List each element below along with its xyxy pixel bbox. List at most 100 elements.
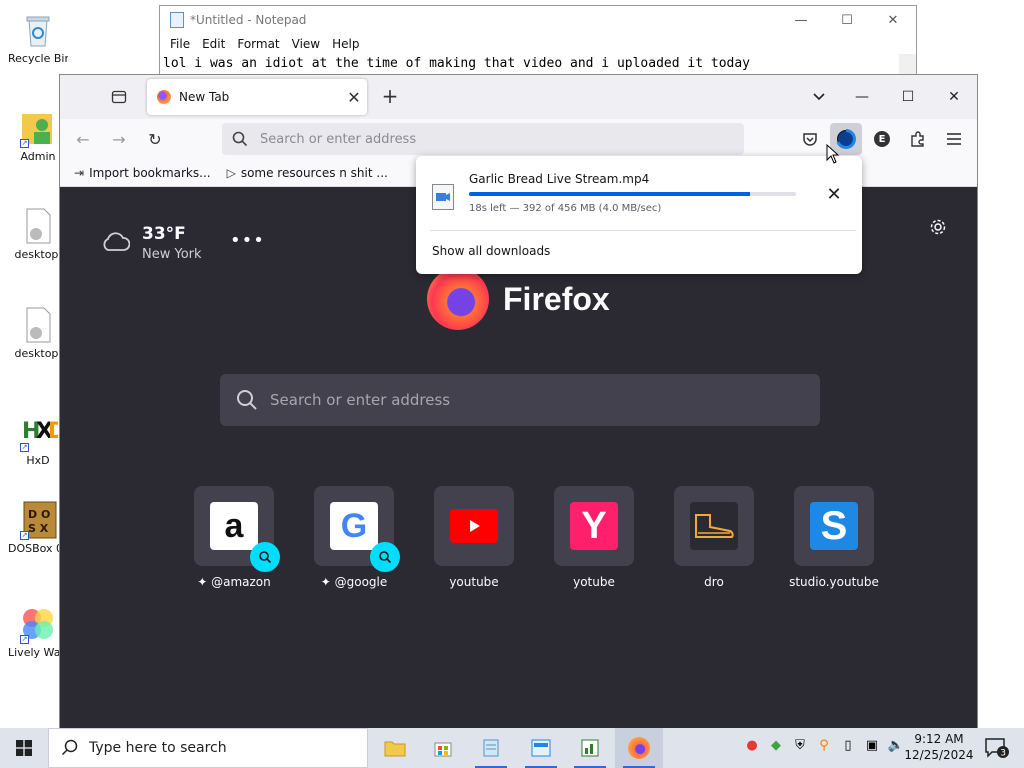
hxd-icon: HXD ↗ xyxy=(18,412,66,452)
taskbar-search-input[interactable]: Type here to search xyxy=(48,728,368,768)
top-site-amazon[interactable]: a ✦ @amazon xyxy=(174,486,294,589)
svg-text:S X: S X xyxy=(28,522,49,535)
notification-center-icon[interactable]: 3 xyxy=(984,736,1010,760)
search-badge-icon xyxy=(250,542,280,572)
top-site-label: ✦ @amazon xyxy=(197,575,271,589)
firefox-logo-icon xyxy=(628,737,650,759)
colorful-app-tray-icon[interactable]: ● xyxy=(740,738,764,753)
pocket-icon[interactable] xyxy=(794,123,826,155)
top-site-yotube[interactable]: Y yotube xyxy=(534,486,654,589)
menu-view[interactable]: View xyxy=(286,37,326,51)
desktop-icon-label: Recycle Bin xyxy=(8,52,68,65)
top-sites: a ✦ @amazon G ✦ @google youtube Y yotube… xyxy=(174,486,894,589)
system-clock[interactable]: 9:12 AM 12/25/2024 xyxy=(904,731,974,763)
studio-icon: S xyxy=(810,502,858,550)
close-icon[interactable]: ✕ xyxy=(870,6,916,34)
close-icon[interactable]: ✕ xyxy=(931,75,977,119)
menu-format[interactable]: Format xyxy=(231,37,285,51)
search-icon xyxy=(232,131,248,147)
weather-widget[interactable]: 33°F New York xyxy=(100,224,202,262)
gear-icon[interactable] xyxy=(929,218,947,239)
minimize-icon[interactable]: — xyxy=(778,6,824,34)
firefox-taskbar-icon[interactable] xyxy=(615,728,663,768)
menu-help[interactable]: Help xyxy=(326,37,365,51)
new-tab-plus-icon[interactable]: + xyxy=(378,85,402,109)
account-avatar[interactable]: E xyxy=(866,123,898,155)
bookmark-import[interactable]: ⇥ Import bookmarks... xyxy=(74,166,211,180)
notepad-taskbar-icon[interactable] xyxy=(467,728,515,768)
bookmark-label: some resources n shit ... xyxy=(240,165,388,180)
minimize-icon[interactable]: — xyxy=(839,75,885,119)
windows-start-icon[interactable] xyxy=(0,728,48,768)
bookmark-label: Import bookmarks... xyxy=(89,165,211,180)
cancel-download-close-icon[interactable]: ✕ xyxy=(820,180,848,208)
download-status: 18s left — 392 of 456 MB (4.0 MB/sec) xyxy=(469,203,662,214)
shortcut-arrow-icon: ↗ xyxy=(20,531,29,540)
security-shield-icon[interactable]: ⛨ xyxy=(788,738,812,753)
microsoft-store-icon[interactable] xyxy=(419,728,467,768)
search-tool-tray-icon[interactable]: ⚲ xyxy=(812,738,836,753)
search-icon xyxy=(61,739,78,756)
desktop-icon-recycle-bin[interactable]: Recycle Bin xyxy=(8,10,68,65)
battery-icon[interactable]: ▯ xyxy=(836,738,860,753)
clock-date: 12/25/2024 xyxy=(904,748,974,762)
tab-close-icon[interactable]: ✕ xyxy=(341,88,367,107)
shortcut-arrow-icon: ↗ xyxy=(20,139,29,148)
notepad-title: *Untitled - Notepad xyxy=(190,13,307,27)
lively-wallpaper-icon: ↗ xyxy=(18,604,58,644)
maximize-icon[interactable]: ☐ xyxy=(885,75,931,119)
notepad-text-area[interactable]: lol i was an idiot at the time of making… xyxy=(163,56,750,71)
tab-title: New Tab xyxy=(179,90,230,104)
download-progress-fill xyxy=(469,192,751,196)
play-triangle-icon: ▷ xyxy=(226,165,236,180)
firefox-brand: Firefox xyxy=(427,268,610,330)
green-app-tray-icon[interactable]: ◆ xyxy=(764,738,788,753)
google-icon: G xyxy=(330,502,378,550)
top-site-dro[interactable]: dro xyxy=(654,486,774,589)
yotube-icon: Y xyxy=(570,502,618,550)
bookmark-some-resources[interactable]: ▷ some resources n shit ... xyxy=(227,166,388,180)
clock-time: 9:12 AM xyxy=(914,732,964,746)
extensions-puzzle-icon[interactable] xyxy=(902,123,934,155)
youtube-icon xyxy=(450,509,498,543)
forward-arrow-icon[interactable]: → xyxy=(108,128,130,150)
firefox-view-icon[interactable] xyxy=(108,87,130,107)
shortcut-arrow-icon: ↗ xyxy=(20,635,29,644)
weather-city: New York xyxy=(142,247,202,262)
search-input[interactable]: Search or enter address xyxy=(220,374,820,426)
firefox-favicon-icon xyxy=(157,90,171,104)
address-bar[interactable]: Search or enter address xyxy=(222,123,744,155)
show-all-downloads-button[interactable]: Show all downloads xyxy=(432,244,550,258)
notepad-window[interactable]: *Untitled - Notepad — ☐ ✕ File Edit Form… xyxy=(159,5,917,80)
file-explorer-icon[interactable] xyxy=(371,728,419,768)
notepad-menubar: File Edit Format View Help xyxy=(160,34,916,54)
downloads-panel: Garlic Bread Live Stream.mp4 18s left — … xyxy=(416,156,862,274)
taskbar-search-placeholder: Type here to search xyxy=(89,740,227,756)
hamburger-menu-icon[interactable] xyxy=(938,123,970,155)
video-file-icon xyxy=(432,184,454,210)
menu-edit[interactable]: Edit xyxy=(196,37,231,51)
tab-new-tab[interactable]: New Tab ✕ xyxy=(147,79,367,115)
top-site-google[interactable]: G ✦ @google xyxy=(294,486,414,589)
menu-file[interactable]: File xyxy=(164,37,196,51)
top-site-label: dro xyxy=(704,575,724,589)
boot-icon xyxy=(690,502,738,550)
top-site-youtube[interactable]: youtube xyxy=(414,486,534,589)
list-all-tabs-chevron-icon[interactable] xyxy=(799,75,839,119)
app-window-icon[interactable] xyxy=(517,728,565,768)
chart-app-icon[interactable] xyxy=(566,728,614,768)
shortcut-arrow-icon: ↗ xyxy=(20,443,29,452)
reload-icon[interactable]: ↻ xyxy=(144,128,166,150)
maximize-icon[interactable]: ☐ xyxy=(824,6,870,34)
settings-file-icon xyxy=(18,206,58,246)
svg-text:3: 3 xyxy=(1000,749,1006,759)
settings-file-icon xyxy=(18,305,58,345)
weather-more-options-icon[interactable]: ••• xyxy=(230,230,265,251)
notepad-icon xyxy=(170,12,184,28)
network-icon[interactable]: ▣ xyxy=(860,738,884,753)
back-arrow-icon[interactable]: ← xyxy=(72,128,94,150)
download-filename[interactable]: Garlic Bread Live Stream.mp4 xyxy=(469,172,649,186)
weather-temperature: 33°F xyxy=(142,224,186,244)
top-site-studio-youtube[interactable]: S studio.youtube xyxy=(774,486,894,589)
cloud-icon xyxy=(103,232,130,251)
